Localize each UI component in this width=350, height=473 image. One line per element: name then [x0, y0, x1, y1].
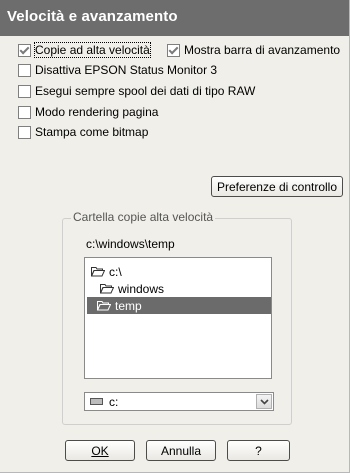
ok-label: OK — [91, 443, 109, 458]
tree-item-temp[interactable]: temp — [87, 297, 271, 314]
show-progress-bar-label: Mostra barra di avanzamento — [184, 43, 341, 57]
print-as-bitmap-label: Stampa come bitmap — [35, 125, 149, 139]
disable-status-monitor-checkbox[interactable]: Disattiva EPSON Status Monitor 3 — [18, 62, 217, 78]
chevron-down-icon[interactable] — [256, 394, 272, 409]
current-folder-path: c:\windows\temp — [86, 237, 175, 251]
always-spool-raw-checkbox[interactable]: Esegui sempre spool dei dati di tipo RAW — [18, 83, 255, 99]
tree-item-c-drive[interactable]: c:\ — [91, 263, 122, 280]
checkbox-icon — [18, 43, 31, 57]
drive-icon — [90, 398, 103, 405]
control-preferences-label: Preferenze di controllo — [216, 179, 338, 194]
help-label: ? — [255, 443, 262, 458]
page-rendering-mode-checkbox[interactable]: Modo rendering pagina — [18, 104, 158, 120]
control-preferences-button[interactable]: Preferenze di controllo — [211, 176, 343, 197]
dialog-window: Velocità e avanzamento Copie ad alta vel… — [0, 0, 350, 473]
always-spool-raw-label: Esegui sempre spool dei dati di tipo RAW — [35, 84, 256, 98]
ok-button[interactable]: OK — [65, 440, 135, 461]
cancel-label: Annulla — [160, 443, 202, 458]
cancel-button[interactable]: Annulla — [146, 440, 216, 461]
drive-value: c: — [109, 395, 119, 409]
open-folder-icon — [91, 267, 105, 277]
window-title: Velocità e avanzamento — [7, 8, 178, 25]
print-as-bitmap-checkbox[interactable]: Stampa come bitmap — [18, 124, 148, 140]
checkbox-icon — [18, 84, 31, 98]
checkbox-icon — [167, 43, 180, 57]
disable-status-monitor-label: Disattiva EPSON Status Monitor 3 — [35, 63, 218, 77]
open-folder-icon — [100, 284, 114, 294]
page-rendering-mode-label: Modo rendering pagina — [35, 105, 159, 119]
tree-item-windows[interactable]: windows — [100, 280, 164, 297]
drive-select[interactable]: c: — [84, 392, 274, 411]
title-bar[interactable]: Velocità e avanzamento — [0, 0, 349, 36]
help-button[interactable]: ? — [227, 440, 290, 461]
high-speed-copy-label: Copie ad alta velocità — [34, 42, 151, 58]
tree-item-label: temp — [115, 298, 142, 313]
high-speed-copy-checkbox[interactable]: Copie ad alta velocità — [18, 42, 151, 58]
open-folder-icon — [97, 301, 111, 311]
group-legend: Cartella copie alta velocità — [71, 210, 216, 224]
folder-tree[interactable]: c:\ windows temp — [84, 257, 272, 379]
checkbox-icon — [18, 63, 31, 77]
tree-item-label: c:\ — [109, 264, 122, 279]
checkbox-icon — [18, 125, 31, 139]
show-progress-bar-checkbox[interactable]: Mostra barra di avanzamento — [167, 42, 340, 58]
checkbox-icon — [18, 105, 31, 119]
tree-item-label: windows — [118, 281, 165, 296]
